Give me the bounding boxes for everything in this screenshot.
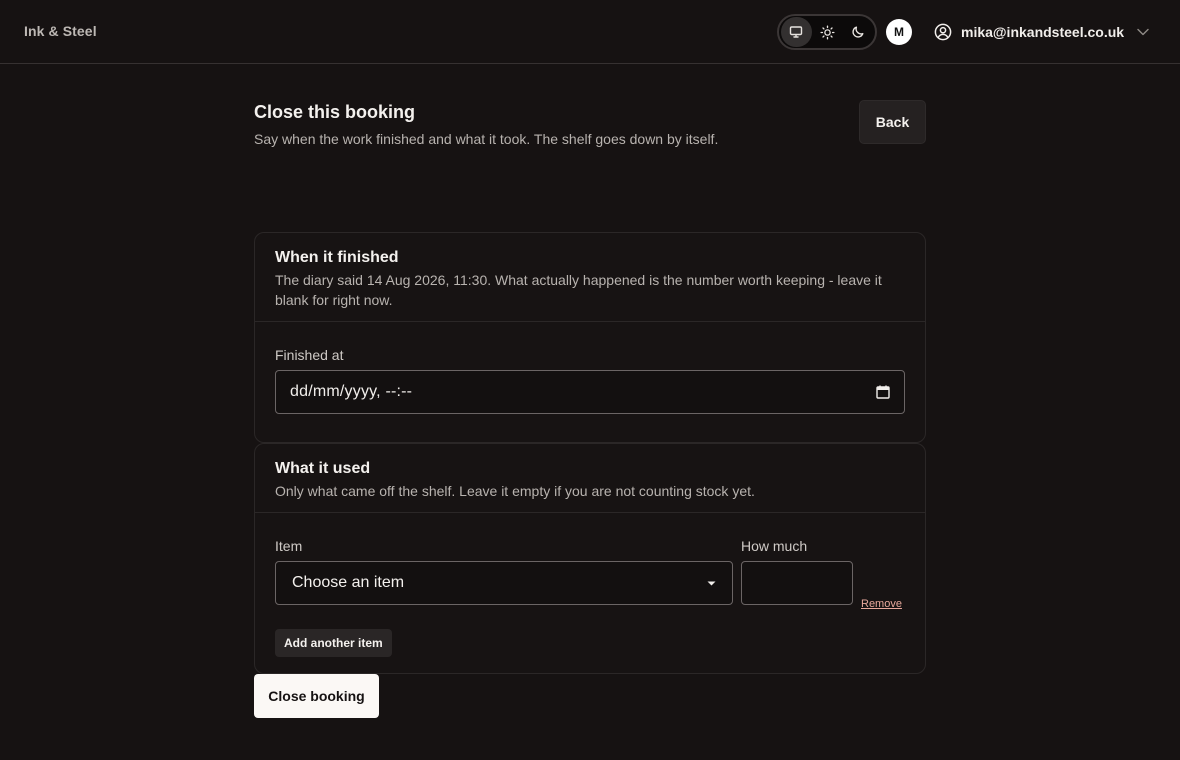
finished-at-input[interactable]: dd/mm/yyyy, --:--	[275, 370, 905, 414]
used-card-description: Only what came off the shelf. Leave it e…	[275, 483, 755, 499]
quantity-label: How much	[741, 538, 808, 554]
finished-card-header: When it finished The diary said 14 Aug 2…	[255, 233, 925, 322]
finished-card: When it finished The diary said 14 Aug 2…	[254, 232, 926, 443]
item-select[interactable]: Choose an item	[275, 561, 733, 605]
user-circle-icon	[934, 23, 952, 41]
finished-card-description: The diary said 14 Aug 2026, 11:30. What …	[275, 272, 882, 308]
theme-dark-option[interactable]	[842, 17, 873, 47]
remove-item-link[interactable]: Remove	[861, 598, 902, 610]
close-booking-button[interactable]: Close booking	[254, 674, 379, 718]
theme-switcher	[777, 14, 877, 50]
sun-icon	[819, 24, 835, 40]
quantity-input[interactable]	[741, 561, 853, 605]
item-label: Item	[275, 538, 303, 554]
monitor-icon	[790, 26, 803, 38]
avatar[interactable]: M	[886, 19, 912, 45]
calendar-icon[interactable]	[876, 385, 890, 399]
chevron-down-icon	[1137, 28, 1149, 36]
finished-card-title: When it finished	[275, 249, 399, 266]
item-select-value: Choose an item	[292, 574, 405, 591]
add-another-item-button[interactable]: Add another item	[275, 629, 392, 657]
used-card: What it used Only what came off the shel…	[254, 443, 926, 674]
back-button[interactable]: Back	[859, 100, 926, 144]
moon-icon	[852, 26, 864, 38]
page-subtitle: Say when the work finished and what it t…	[254, 131, 719, 147]
theme-system-option[interactable]	[781, 17, 812, 47]
theme-light-option[interactable]	[812, 17, 843, 47]
brand-name[interactable]: Ink & Steel	[24, 23, 97, 39]
finished-at-placeholder: dd/mm/yyyy, --:--	[290, 383, 413, 400]
finished-at-label: Finished at	[275, 347, 344, 363]
account-email: mika@inkandsteel.co.uk	[961, 24, 1125, 40]
caret-down-icon	[707, 581, 716, 585]
page-title: Close this booking	[254, 102, 416, 122]
top-bar: Ink & Steel M mika@inkandsteel.co.uk	[0, 0, 1180, 64]
used-card-header: What it used Only what came off the shel…	[255, 444, 925, 513]
account-menu[interactable]: mika@inkandsteel.co.uk	[934, 22, 1149, 42]
used-card-title: What it used	[275, 460, 371, 477]
